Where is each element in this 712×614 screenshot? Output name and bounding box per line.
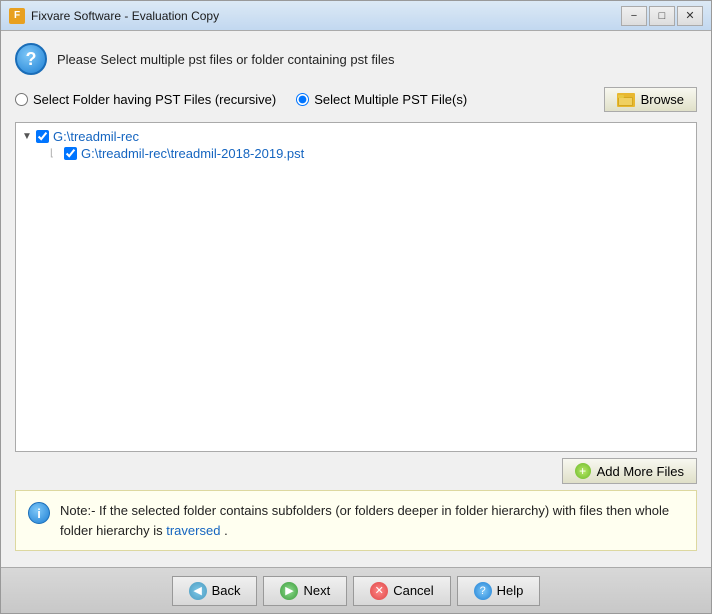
title-bar: F Fixvare Software - Evaluation Copy − □… [1,1,711,31]
back-icon: ◀ [189,582,207,600]
file-tree-panel[interactable]: ▼ G:\treadmil-rec ⌊ G:\treadmil-rec\trea… [15,122,697,452]
help-icon: ? [474,582,492,600]
note-info-icon: i [28,502,50,524]
note-area: i Note:- If the selected folder contains… [15,490,697,551]
header-area: ? Please Select multiple pst files or fo… [15,43,697,75]
note-text-before: Note:- If the selected folder contains s… [60,503,669,538]
header-info-icon: ? [15,43,47,75]
add-more-icon: + [575,463,591,479]
tree-root-label[interactable]: G:\treadmil-rec [53,129,139,144]
note-text: Note:- If the selected folder contains s… [60,501,684,540]
main-content: ? Please Select multiple pst files or fo… [1,31,711,567]
next-button[interactable]: ▶ Next [263,576,347,606]
next-label: Next [303,583,330,598]
app-icon: F [9,8,25,24]
multiple-radio-text: Select Multiple PST File(s) [314,92,467,107]
folder-radio[interactable] [15,93,28,106]
main-window: F Fixvare Software - Evaluation Copy − □… [0,0,712,614]
tree-expand-toggle[interactable]: ▼ [22,131,32,142]
browse-folder-icon [617,93,635,107]
cancel-button[interactable]: ✕ Cancel [353,576,450,606]
add-more-row: + Add More Files [15,458,697,484]
close-button[interactable]: ✕ [677,6,703,26]
browse-button[interactable]: Browse [604,87,697,112]
back-button[interactable]: ◀ Back [172,576,258,606]
folder-radio-label[interactable]: Select Folder having PST Files (recursiv… [15,92,276,107]
cancel-icon: ✕ [370,582,388,600]
cancel-label: Cancel [393,583,433,598]
folder-radio-text: Select Folder having PST Files (recursiv… [33,92,276,107]
tree-root-item: ▼ G:\treadmil-rec [22,129,690,144]
next-icon: ▶ [280,582,298,600]
header-message: Please Select multiple pst files or fold… [57,52,394,67]
tree-child-label[interactable]: G:\treadmil-rec\treadmil-2018-2019.pst [81,146,304,161]
browse-label: Browse [641,92,684,107]
tree-child-item: ⌊ G:\treadmil-rec\treadmil-2018-2019.pst [50,146,690,161]
multiple-radio[interactable] [296,93,309,106]
minimize-button[interactable]: − [621,6,647,26]
options-row: Select Folder having PST Files (recursiv… [15,87,697,112]
window-controls: − □ ✕ [621,6,703,26]
multiple-radio-label[interactable]: Select Multiple PST File(s) [296,92,467,107]
add-more-files-button[interactable]: + Add More Files [562,458,697,484]
help-button[interactable]: ? Help [457,576,541,606]
maximize-button[interactable]: □ [649,6,675,26]
window-title: Fixvare Software - Evaluation Copy [31,9,621,23]
help-label: Help [497,583,524,598]
tree-root-checkbox[interactable] [36,130,49,143]
note-text-after: . [224,523,228,538]
note-traversed: traversed [166,523,220,538]
footer: ◀ Back ▶ Next ✕ Cancel ? Help [1,567,711,613]
tree-child-checkbox[interactable] [64,147,77,160]
add-more-label: Add More Files [597,464,684,479]
back-label: Back [212,583,241,598]
tree-child-connector: ⌊ [50,148,60,159]
